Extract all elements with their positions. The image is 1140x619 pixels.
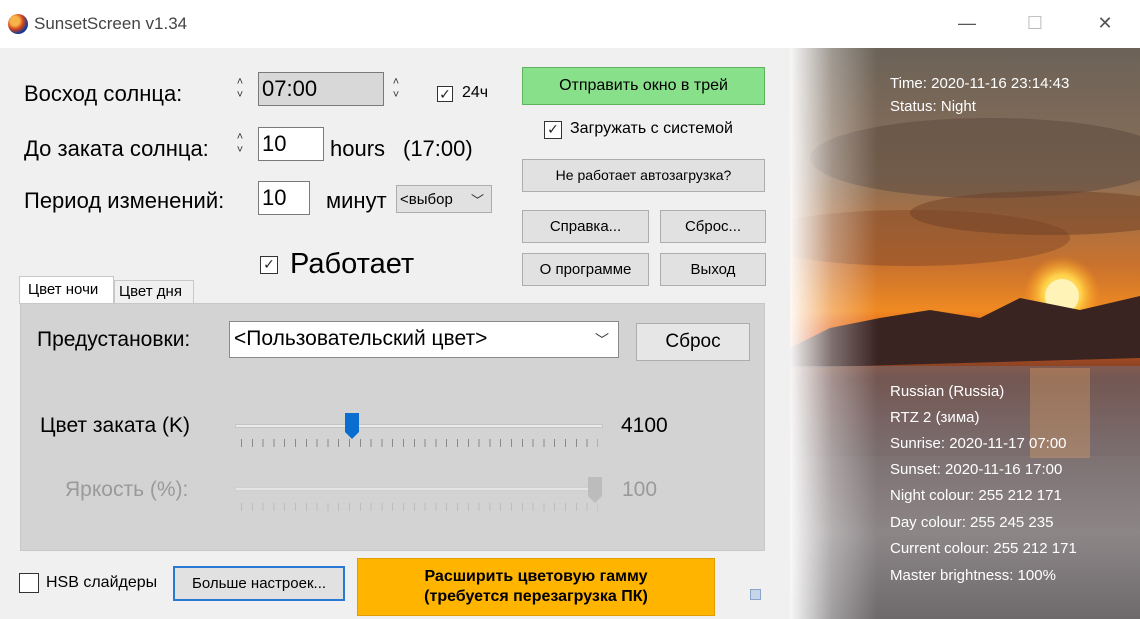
period-label: Период изменений: — [24, 188, 225, 213]
send-to-tray-button[interactable]: Отправить окно в трей — [522, 67, 765, 105]
info-status: Status: Night — [890, 98, 976, 115]
tab-night-color[interactable]: Цвет ночи — [19, 276, 114, 304]
app-logo-icon — [8, 14, 28, 34]
format24-label: 24ч — [462, 84, 489, 101]
reset-button[interactable]: Сброс... — [660, 210, 766, 243]
check-icon: ✓ — [263, 256, 275, 272]
brightness-slider-thumb — [587, 476, 603, 504]
sunset-hours-unit: hours — [330, 136, 386, 161]
period-select[interactable]: <выбор ﹀ — [396, 185, 492, 213]
info-current-colour: Current colour: 255 212 171 — [890, 540, 1077, 557]
expand-gamut-line2: (требуется перезагрузка ПК) — [424, 588, 648, 605]
chevron-down-icon: ﹀ — [470, 193, 484, 208]
sunrise-spinner-icon[interactable]: ˄ ˅ — [390, 76, 402, 106]
info-night-colour: Night colour: 255 212 171 — [890, 487, 1062, 504]
close-button[interactable]: ✕ — [1090, 8, 1120, 38]
brightness-slider-track — [235, 487, 603, 491]
presets-dropdown-value: <Пользовательский цвет> — [234, 327, 488, 350]
format24-checkbox[interactable]: ✓ — [437, 86, 453, 102]
exit-button[interactable]: Выход — [660, 253, 766, 286]
expand-gamut-button[interactable]: Расширить цветовую гамму (требуется пере… — [357, 558, 715, 616]
brightness-slider-ticks — [241, 503, 598, 511]
sunset-hours-input[interactable]: 10 — [258, 127, 324, 161]
maximize-button[interactable]: ☐ — [1020, 8, 1050, 38]
sunset-color-slider-ticks — [241, 439, 598, 447]
window-title: SunsetScreen v1.34 — [34, 14, 188, 33]
sunset-label: До заката солнца: — [24, 136, 209, 161]
info-day-colour: Day colour: 255 245 235 — [890, 514, 1054, 531]
period-input[interactable]: 10 — [258, 181, 310, 215]
working-label: Работает — [290, 248, 415, 280]
hsb-label: HSB слайдеры — [46, 574, 158, 591]
working-checkbox[interactable]: ✓ — [260, 256, 278, 274]
sunset-spinner-icon[interactable]: ˄ ˅ — [234, 131, 246, 161]
sunrise-label: Восход солнца: — [24, 81, 183, 106]
info-locale: Russian (Russia) — [890, 383, 1005, 400]
hsb-checkbox[interactable] — [19, 573, 39, 593]
sunrise-label-spinner-icon[interactable]: ˄ ˅ — [234, 76, 246, 106]
help-button[interactable]: Справка... — [522, 210, 649, 243]
chevron-down-icon: ﹀ — [595, 332, 609, 348]
info-time: Time: 2020-11-16 23:14:43 — [890, 75, 1070, 92]
tab-day-color[interactable]: Цвет дня — [114, 280, 194, 303]
minimize-button[interactable]: — — [952, 8, 982, 38]
info-sunrise: Sunrise: 2020-11-17 07:00 — [890, 435, 1067, 452]
about-button[interactable]: О программе — [522, 253, 649, 286]
sunset-photo — [790, 48, 1140, 619]
preset-reset-button[interactable]: Сброс — [636, 323, 750, 361]
check-icon: ✓ — [547, 121, 559, 137]
period-select-value: <выбор — [400, 191, 453, 208]
sunset-time-readout: (17:00) — [403, 136, 473, 161]
brightness-value: 100 — [622, 478, 658, 501]
sunrise-time-input[interactable]: 07:00 — [258, 72, 384, 106]
presets-label: Предустановки: — [37, 328, 191, 351]
sunset-color-slider-thumb[interactable] — [344, 412, 360, 440]
autoload-checkbox[interactable]: ✓ — [544, 121, 562, 139]
expand-gamut-line1: Расширить цветовую гамму — [424, 568, 648, 585]
more-settings-button[interactable]: Больше настроек... — [173, 566, 345, 601]
autoload-label: Загружать с системой — [570, 120, 733, 137]
presets-dropdown[interactable]: <Пользовательский цвет> ﹀ — [229, 321, 619, 358]
period-unit: минут — [326, 188, 387, 213]
sunset-color-slider-track[interactable] — [235, 424, 603, 428]
sunset-color-label: Цвет заката (K) — [40, 414, 190, 437]
autoload-help-button[interactable]: Не работает автозагрузка? — [522, 159, 765, 192]
info-timezone: RTZ 2 (зима) — [890, 409, 980, 426]
sunset-color-value: 4100 — [621, 414, 668, 437]
info-sunset: Sunset: 2020-11-16 17:00 — [890, 461, 1063, 478]
resize-grip-icon[interactable] — [750, 589, 761, 600]
brightness-label: Яркость (%): — [65, 478, 189, 501]
check-icon: ✓ — [439, 86, 451, 102]
info-master-brightness: Master brightness: 100% — [890, 567, 1056, 584]
